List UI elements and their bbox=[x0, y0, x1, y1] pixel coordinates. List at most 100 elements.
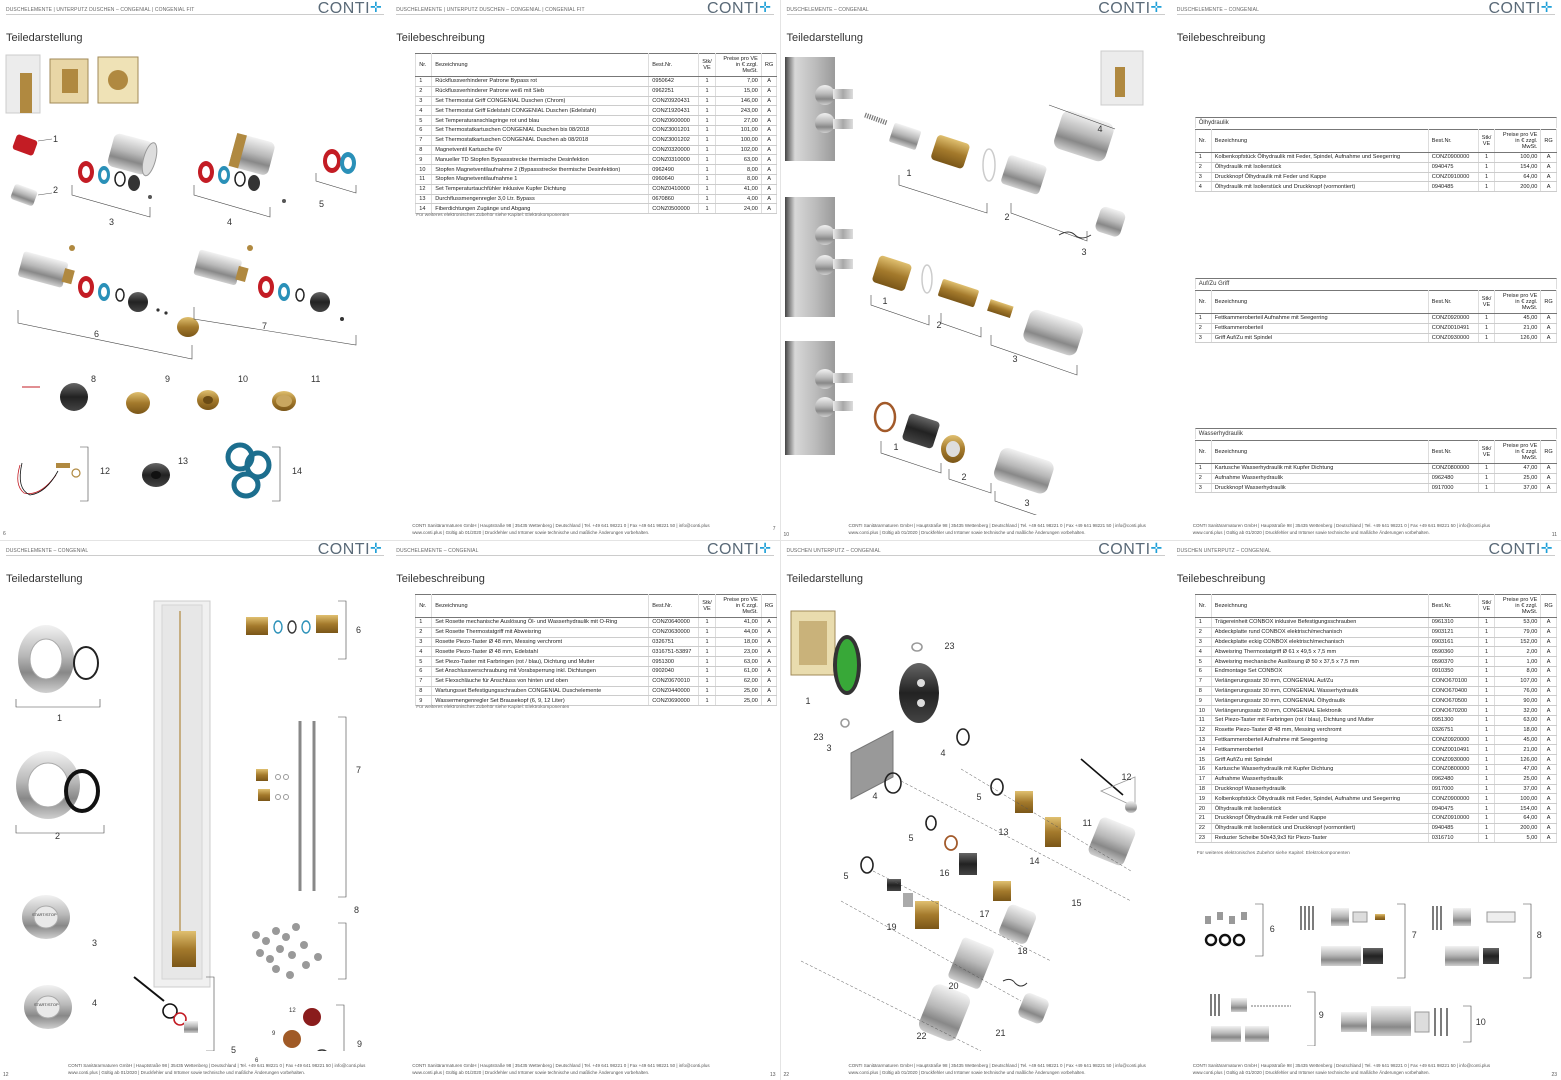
cell-preis: 62,00 bbox=[715, 676, 762, 687]
cell-preis: 76,00 bbox=[1494, 686, 1542, 697]
cell-rg: A bbox=[1540, 715, 1557, 726]
cell-rg: A bbox=[1540, 823, 1557, 834]
cell-rg: A bbox=[1540, 774, 1557, 785]
table-row: 10 Stopfen Magnetventilaufnahme 2 (Bypass… bbox=[415, 164, 778, 175]
cell-bezeichnung: Ölhydraulik mit Isolierstück und Druckkn… bbox=[1211, 181, 1429, 193]
catalog-page-12: DUSCHELEMENTE – CONGENIAL CONTI✛ Teileda… bbox=[0, 540, 391, 1080]
cell-nr: 4 bbox=[1194, 181, 1212, 193]
cell-nr: 13 bbox=[415, 194, 433, 205]
plus-icon: ✛ bbox=[370, 0, 383, 15]
cell-bezeichnung: Rosette Piezo-Taster Ø 48 mm, Messing ve… bbox=[1211, 725, 1429, 736]
cell-nr: 1 bbox=[415, 617, 433, 628]
cell-bezeichnung: Kartusche Wasserhydraulik mit Kupfer Dic… bbox=[1211, 463, 1429, 474]
table-row: 6 Set Anschlussverschraubung mit Vorabspe… bbox=[415, 666, 778, 677]
part-label: 14 bbox=[292, 466, 303, 476]
cell-preis: 47,00 bbox=[1494, 463, 1542, 474]
cell-best-nr: 0961310 bbox=[1428, 617, 1479, 628]
part-label: 3 bbox=[1012, 354, 1018, 364]
part-label: 2 bbox=[961, 472, 967, 482]
cell-preis: 5,00 bbox=[1494, 833, 1542, 844]
plus-icon: ✛ bbox=[759, 0, 772, 15]
cell-best-nr: 0902040 bbox=[648, 666, 700, 677]
cell-best-nr: CONZ0910000 bbox=[1428, 172, 1479, 183]
part-label: 5 bbox=[976, 792, 982, 802]
header-divider bbox=[1176, 14, 1555, 15]
cell-nr: 10 bbox=[1194, 705, 1212, 716]
table-row: 6 Set Thermostatkartuschen CONGENIAL Dusc… bbox=[415, 125, 778, 136]
table-row: 13 Durchflussmengenregler 3,0 Ltr. Bypass… bbox=[415, 194, 778, 205]
table-row: 11 Stopfen Magnetventilaufnahme 1 0960640 1… bbox=[415, 174, 778, 185]
cell-nr: 16 bbox=[1194, 764, 1212, 775]
section-title-oelhydraulik: Ölhydraulik bbox=[1194, 117, 1557, 128]
table-row: 2 Aufnahme Wasserhydraulik 0962480 1 25,00 A bbox=[1194, 473, 1557, 484]
cell-stk-ve: 1 bbox=[1478, 803, 1496, 814]
cell-stk-ve: 1 bbox=[1478, 627, 1496, 638]
cell-preis: 101,00 bbox=[715, 125, 762, 136]
cell-stk-ve: 1 bbox=[698, 135, 716, 146]
cell-rg: A bbox=[1540, 784, 1557, 795]
cell-nr: 15 bbox=[1194, 754, 1212, 765]
cell-rg: A bbox=[1540, 646, 1557, 658]
cell-stk-ve: 1 bbox=[698, 145, 716, 156]
page-footer: CONTI Sanitärarmaturen GmbH | Hauptstraß… bbox=[412, 523, 710, 535]
cell-stk-ve: 1 bbox=[1478, 833, 1496, 844]
cell-stk-ve: 1 bbox=[1478, 784, 1496, 795]
table-row: 3 Abdeckplatte eckig CONBOX elektrisch/me… bbox=[1194, 637, 1557, 648]
cell-preis: 15,00 bbox=[715, 86, 762, 97]
cell-rg: A bbox=[761, 686, 778, 697]
cell-bezeichnung: Set Thermostatkartuschen CONGENIAL Dusch… bbox=[431, 125, 650, 136]
cell-bezeichnung: Manueller TD Stopfen Bypassstrecke therm… bbox=[431, 154, 650, 166]
table-row: 5 Set Piezo-Taster mit Farbringen (rot / … bbox=[415, 656, 778, 667]
page-footer: CONTI Sanitärarmaturen GmbH | Hauptstraß… bbox=[68, 1063, 366, 1075]
table-row: 11 Set Piezo-Taster mit Farbringen (rot /… bbox=[1194, 715, 1557, 726]
plus-icon: ✛ bbox=[370, 540, 383, 556]
table-row: 4 Abweisring Thermostatgriff Ø 61 x 49,5 … bbox=[1194, 646, 1557, 658]
cell-preis: 21,00 bbox=[1494, 744, 1542, 756]
cell-rg: A bbox=[1540, 666, 1557, 677]
cell-best-nr: CONO670400 bbox=[1428, 686, 1479, 697]
cell-stk-ve: 1 bbox=[698, 695, 716, 707]
part-label: 17 bbox=[979, 909, 990, 919]
page-number: 6 bbox=[3, 531, 6, 537]
cell-best-nr: 0962480 bbox=[1428, 774, 1479, 785]
cell-preis: 18,00 bbox=[715, 637, 762, 648]
header-divider bbox=[786, 555, 1165, 556]
cell-preis: 45,00 bbox=[1494, 313, 1542, 324]
cell-preis: 126,00 bbox=[1494, 333, 1542, 344]
cell-stk-ve: 1 bbox=[698, 154, 716, 166]
part-label: 3 bbox=[1081, 247, 1087, 257]
cell-best-nr: CONZ0800000 bbox=[1428, 764, 1479, 775]
cell-rg: A bbox=[761, 115, 778, 126]
cell-preis: 24,00 bbox=[715, 203, 762, 215]
page-title: Teiledarstellung bbox=[6, 32, 83, 44]
cell-nr: 1 bbox=[415, 76, 433, 87]
cell-bezeichnung: Stopfen Magnetventilaufnahme 1 bbox=[431, 174, 650, 185]
page-footer: CONTI Sanitärarmaturen GmbH | Hauptstraß… bbox=[1192, 523, 1491, 535]
part-label: 11 bbox=[1082, 818, 1092, 828]
cell-preis: 47,00 bbox=[1494, 764, 1542, 775]
part-label: 10 bbox=[1475, 1017, 1486, 1027]
cell-nr: 7 bbox=[415, 676, 433, 687]
cell-stk-ve: 1 bbox=[698, 194, 716, 205]
cell-stk-ve: 1 bbox=[698, 125, 716, 136]
cell-bezeichnung: Fettkammeroberteil bbox=[1211, 744, 1429, 756]
cell-nr: 6 bbox=[1194, 666, 1212, 677]
cell-preis: 102,00 bbox=[715, 145, 762, 156]
cell-stk-ve: 1 bbox=[1478, 181, 1496, 193]
parts-table: Nr. Bezeichnung Best.Nr. Stk/ VE Preise pro … bbox=[415, 53, 778, 215]
part-label: 22 bbox=[916, 1031, 927, 1041]
table-row: 9 Verlängerungssatz 30 mm, CONGENIAL Ölhy… bbox=[1194, 695, 1557, 707]
cell-rg: A bbox=[1540, 637, 1557, 648]
cell-best-nr: 0940475 bbox=[1428, 803, 1479, 814]
cell-preis: 7,00 bbox=[715, 76, 762, 87]
cell-stk-ve: 1 bbox=[698, 203, 716, 215]
cell-stk-ve: 1 bbox=[698, 184, 716, 195]
table-row: 1 Trägereinheit CONBOX inklusive Befestig… bbox=[1194, 617, 1557, 628]
cell-bezeichnung: Ölhydraulik mit Isolierstück und Druckkn… bbox=[1211, 823, 1429, 834]
parts-table-oelhydraulik: Nr. Bezeichnung Best.Nr. Stk/ VE Preise pro … bbox=[1194, 129, 1557, 193]
part-label: 2 bbox=[1004, 212, 1010, 222]
part-label: 6 bbox=[1269, 924, 1275, 934]
cell-rg: A bbox=[1540, 172, 1557, 183]
cell-rg: A bbox=[761, 125, 778, 136]
cell-best-nr: CONZ0930000 bbox=[1428, 333, 1479, 344]
